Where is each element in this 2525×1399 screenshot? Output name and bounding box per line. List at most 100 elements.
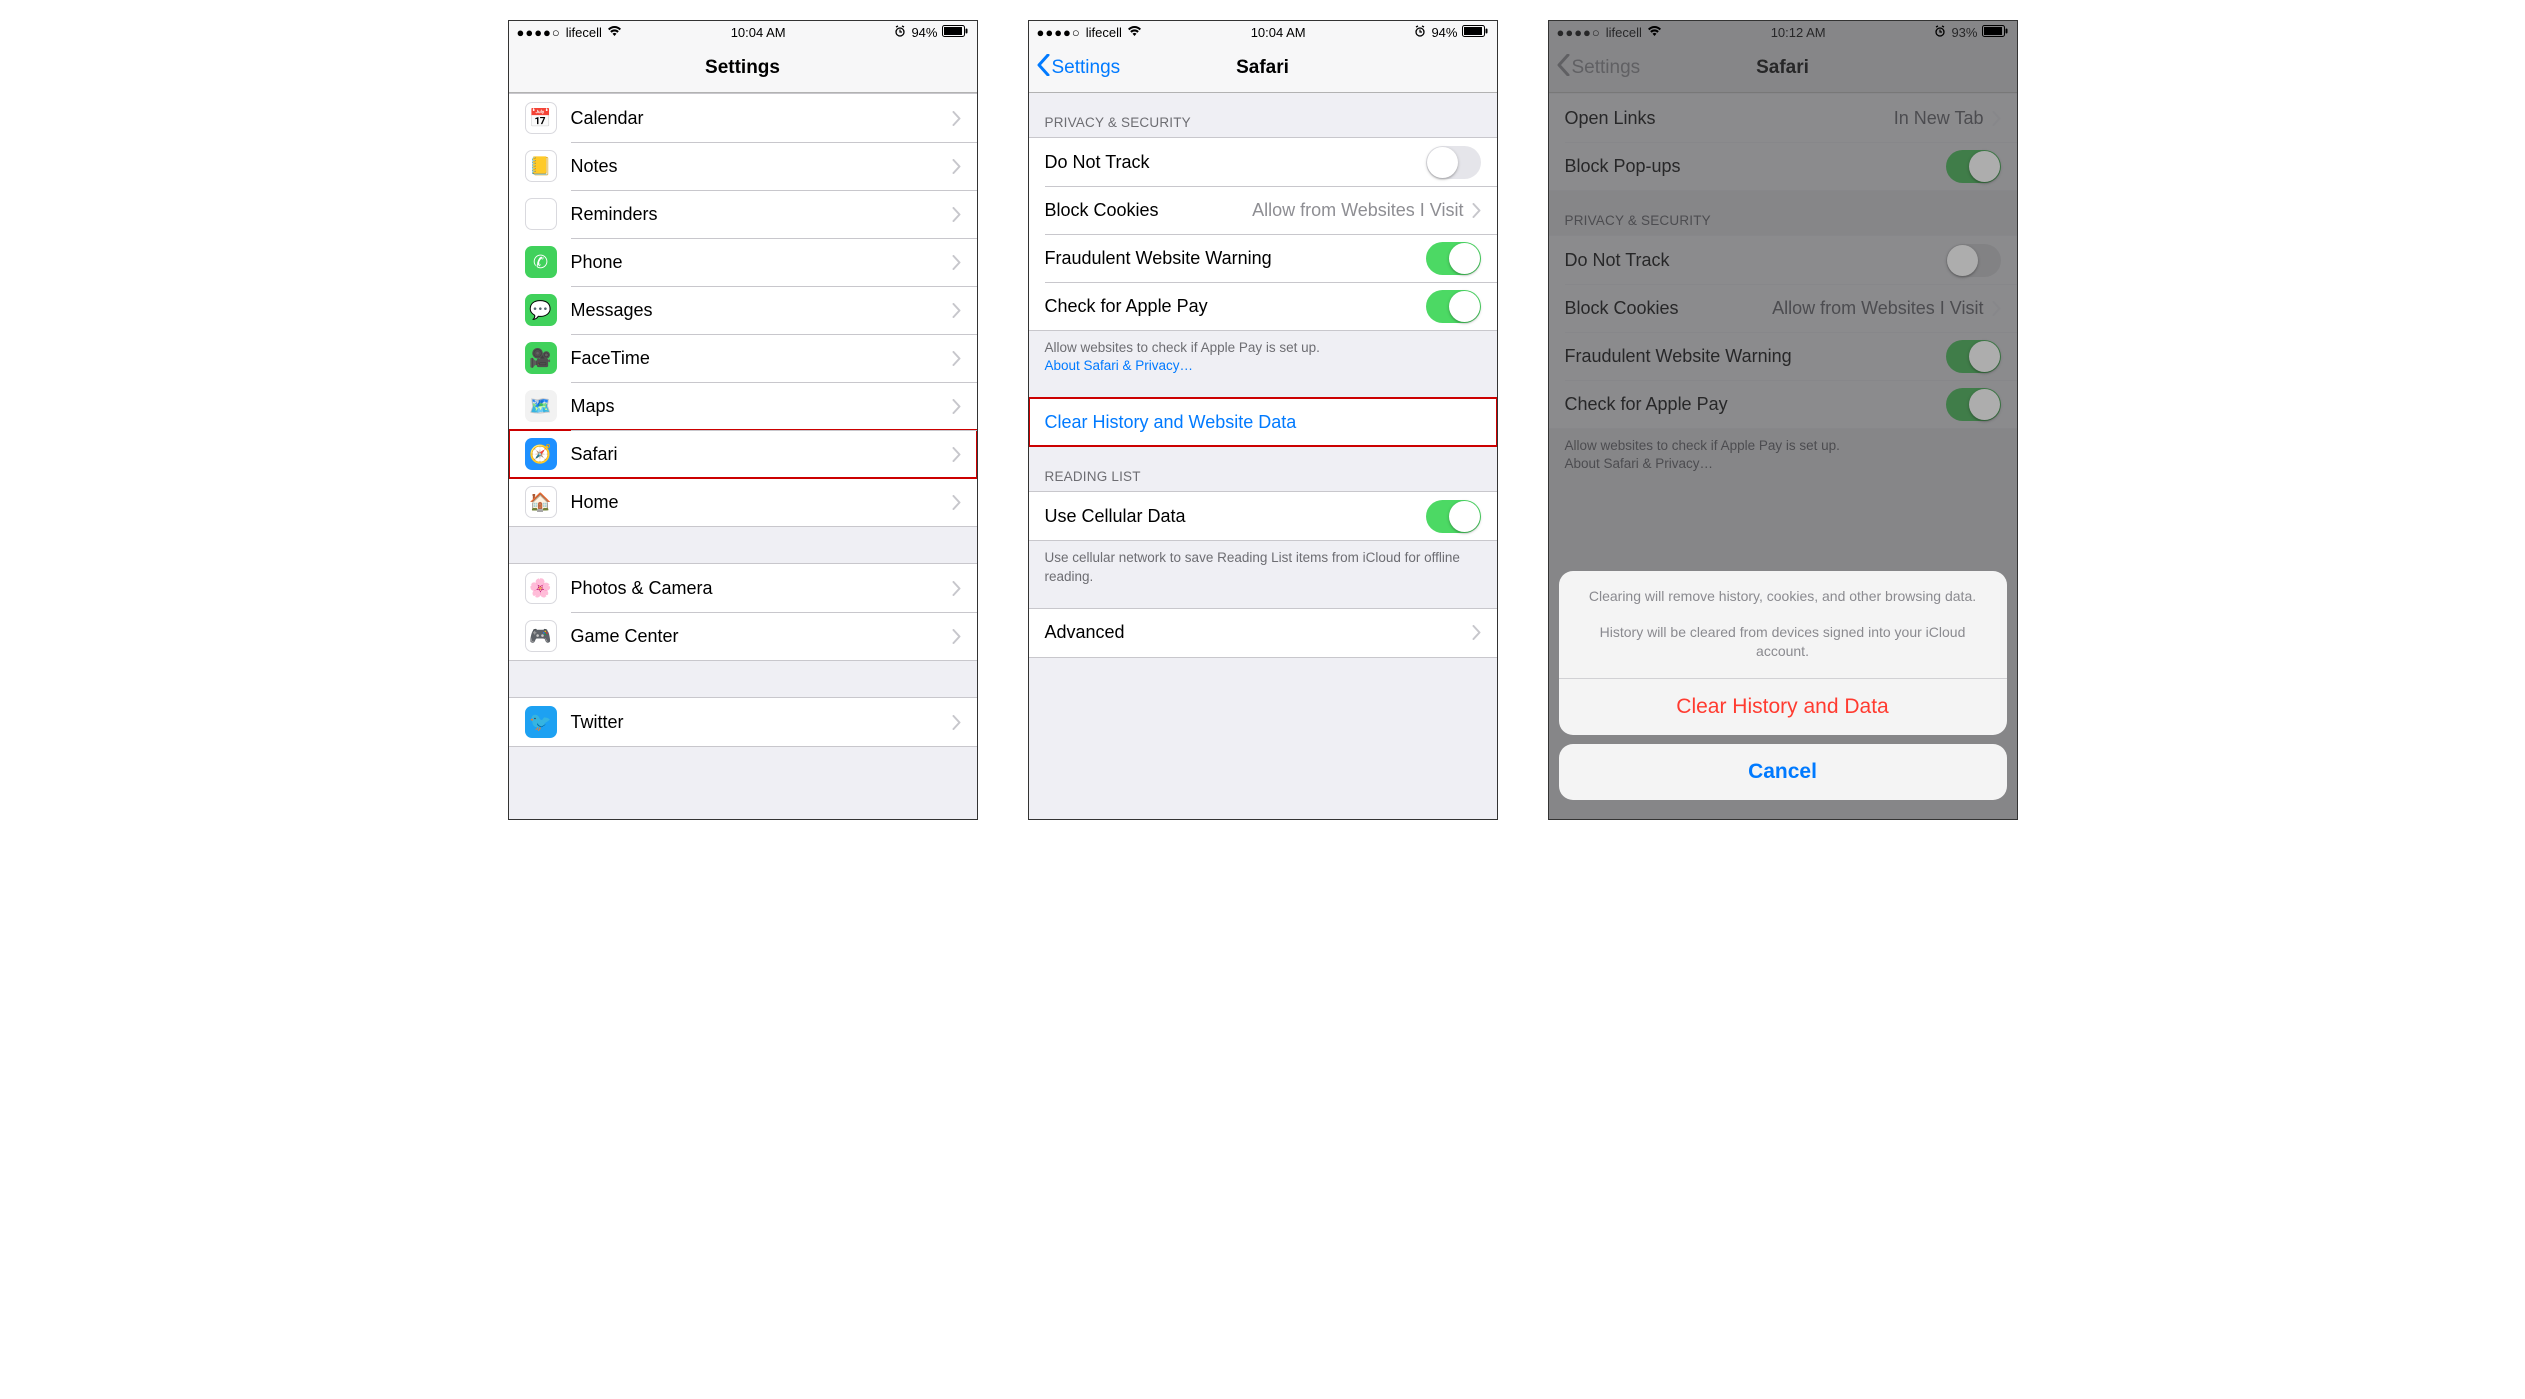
carrier-label: lifecell xyxy=(1086,25,1122,40)
row-label: Calendar xyxy=(571,108,952,129)
action-sheet-cancel-group: Cancel xyxy=(1559,744,2007,800)
cancel-button[interactable]: Cancel xyxy=(1559,744,2007,800)
clear-history-button[interactable]: Clear History and Data xyxy=(1559,678,2007,735)
clock: 10:04 AM xyxy=(731,25,786,40)
settings-row-notes[interactable]: 📒 Notes xyxy=(509,142,977,190)
calendar-icon: 📅 xyxy=(525,102,557,134)
row-label: Block Cookies xyxy=(1045,200,1253,221)
row-label: Maps xyxy=(571,396,952,417)
settings-row-messages[interactable]: 💬Messages xyxy=(509,286,977,334)
row-advanced[interactable]: Advanced xyxy=(1029,609,1497,657)
alarm-icon xyxy=(1414,25,1426,40)
settings-row-reminders[interactable]: ≡ Reminders xyxy=(509,190,977,238)
chevron-right-icon xyxy=(952,495,961,510)
chevron-right-icon xyxy=(952,629,961,644)
chevron-right-icon xyxy=(952,447,961,462)
carrier-label: lifecell xyxy=(566,25,602,40)
row-label: Photos & Camera xyxy=(571,578,952,599)
maps-icon: 🗺️ xyxy=(525,390,557,422)
safari-icon: 🧭 xyxy=(525,438,557,470)
about-privacy-link[interactable]: About Safari & Privacy… xyxy=(1045,358,1194,373)
section-footer-privacy: Allow websites to check if Apple Pay is … xyxy=(1029,331,1497,383)
sheet-message-2: History will be cleared from devices sig… xyxy=(1559,623,2007,678)
signal-icon: ●●●●○ xyxy=(1037,25,1081,40)
row-label: Safari xyxy=(571,444,952,465)
chevron-right-icon xyxy=(952,399,961,414)
facetime-icon: 🎥 xyxy=(525,342,557,374)
row-label: Phone xyxy=(571,252,952,273)
row-label: Notes xyxy=(571,156,952,177)
settings-row-safari[interactable]: 🧭 Safari xyxy=(509,430,977,478)
settings-row-maps[interactable]: 🗺️ Maps xyxy=(509,382,977,430)
battery-icon xyxy=(1462,25,1488,40)
nav-bar: Settings Safari xyxy=(1029,43,1497,93)
chevron-right-icon xyxy=(952,715,961,730)
row-fraud-warning[interactable]: Fraudulent Website Warning xyxy=(1029,234,1497,282)
action-sheet-body: Clearing will remove history, cookies, a… xyxy=(1559,571,2007,735)
notes-icon: 📒 xyxy=(525,150,557,182)
chevron-right-icon xyxy=(952,207,961,222)
chevron-right-icon xyxy=(1472,625,1481,640)
chevron-right-icon xyxy=(952,111,961,126)
battery-icon xyxy=(942,25,968,40)
alarm-icon xyxy=(894,25,906,40)
toggle-switch[interactable] xyxy=(1426,500,1481,533)
battery-percent: 94% xyxy=(911,25,937,40)
battery-percent: 94% xyxy=(1431,25,1457,40)
row-label: Game Center xyxy=(571,626,952,647)
screen-safari-settings: ●●●●○ lifecell 10:04 AM 94% Settings Saf… xyxy=(1028,20,1498,820)
section-header-privacy: PRIVACY & SECURITY xyxy=(1029,93,1497,137)
chevron-right-icon xyxy=(952,351,961,366)
row-do-not-track[interactable]: Do Not Track xyxy=(1029,138,1497,186)
row-label: Reminders xyxy=(571,204,952,225)
twitter-icon: 🐦 xyxy=(525,706,557,738)
signal-icon: ●●●●○ xyxy=(517,25,561,40)
settings-row-home[interactable]: 🏠Home xyxy=(509,478,977,526)
toggle-switch[interactable] xyxy=(1426,290,1481,323)
toggle-switch[interactable] xyxy=(1426,146,1481,179)
action-sheet-overlay: Clearing will remove history, cookies, a… xyxy=(1549,21,2017,819)
reminders-icon: ≡ xyxy=(525,198,557,230)
row-label: Advanced xyxy=(1045,622,1472,643)
back-label: Settings xyxy=(1052,57,1121,79)
settings-row-facetime[interactable]: 🎥 FaceTime xyxy=(509,334,977,382)
chevron-right-icon xyxy=(1472,203,1481,218)
settings-row-photos-camera[interactable]: 🌸 Photos & Camera xyxy=(509,564,977,612)
section-footer-reading: Use cellular network to save Reading Lis… xyxy=(1029,541,1497,593)
row-cellular-data[interactable]: Use Cellular Data xyxy=(1029,492,1497,540)
settings-row-calendar[interactable]: 📅 Calendar xyxy=(509,94,977,142)
sheet-message-1: Clearing will remove history, cookies, a… xyxy=(1559,571,2007,623)
row-apple-pay[interactable]: Check for Apple Pay xyxy=(1029,282,1497,330)
clock: 10:04 AM xyxy=(1251,25,1306,40)
row-label: Check for Apple Pay xyxy=(1045,296,1426,317)
row-block-cookies[interactable]: Block Cookies Allow from Websites I Visi… xyxy=(1029,186,1497,234)
settings-row-game-center[interactable]: 🎮 Game Center xyxy=(509,612,977,660)
wifi-icon xyxy=(607,25,622,40)
chevron-right-icon xyxy=(952,303,961,318)
row-label: Fraudulent Website Warning xyxy=(1045,248,1426,269)
row-label: Clear History and Website Data xyxy=(1045,412,1481,433)
row-label: Do Not Track xyxy=(1045,152,1426,173)
photos-icon: 🌸 xyxy=(525,572,557,604)
chevron-right-icon xyxy=(952,159,961,174)
row-label: Twitter xyxy=(571,712,952,733)
row-value: Allow from Websites I Visit xyxy=(1252,200,1463,221)
chevron-right-icon xyxy=(952,255,961,270)
row-label: Use Cellular Data xyxy=(1045,506,1426,527)
status-bar: ●●●●○ lifecell 10:04 AM 94% xyxy=(509,21,977,43)
screen-safari-actionsheet: ●●●●○ lifecell 10:12 AM 93% Settings Saf… xyxy=(1548,20,2018,820)
nav-bar: Settings xyxy=(509,43,977,93)
toggle-switch[interactable] xyxy=(1426,242,1481,275)
settings-row-phone[interactable]: ✆ Phone xyxy=(509,238,977,286)
section-header-reading: READING LIST xyxy=(1029,447,1497,491)
chevron-right-icon xyxy=(952,581,961,596)
phone-icon: ✆ xyxy=(525,246,557,278)
row-clear-history[interactable]: Clear History and Website Data xyxy=(1029,398,1497,446)
status-bar: ●●●●○ lifecell 10:04 AM 94% xyxy=(1029,21,1497,43)
back-button[interactable]: Settings xyxy=(1029,54,1121,82)
settings-row-twitter[interactable]: 🐦 Twitter xyxy=(509,698,977,746)
gamecenter-icon: 🎮 xyxy=(525,620,557,652)
chevron-left-icon xyxy=(1037,54,1050,82)
row-label: FaceTime xyxy=(571,348,952,369)
messages-icon: 💬 xyxy=(525,294,557,326)
